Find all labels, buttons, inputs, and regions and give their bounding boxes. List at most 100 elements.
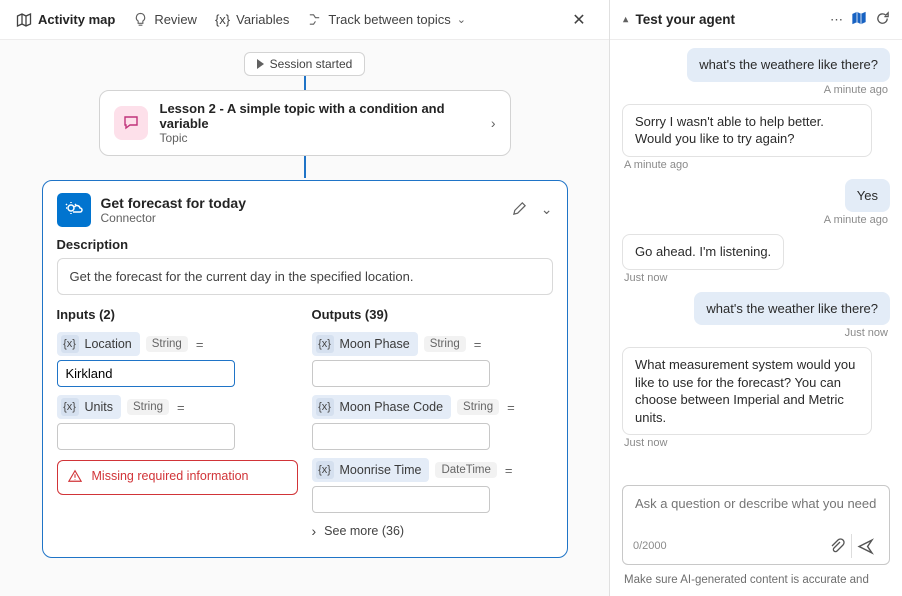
map-icon[interactable] (851, 10, 867, 30)
chat-message-bot: Go ahead. I'm listening. Just now (622, 234, 890, 290)
node-titles: Get forecast for today Connector (101, 195, 502, 225)
output-param: {x}Moonrise Time DateTime = (312, 458, 553, 513)
refresh-icon[interactable] (875, 11, 890, 29)
chevron-down-icon: ⌄ (457, 13, 466, 26)
braces-icon: {x} (316, 335, 334, 353)
topic-title: Lesson 2 - A simple topic with a conditi… (160, 101, 479, 131)
tab-variables[interactable]: {x} Variables (215, 12, 289, 27)
canvas[interactable]: Session started Lesson 2 - A simple topi… (0, 40, 609, 596)
description-box: Get the forecast for the current day in … (57, 258, 553, 295)
chat-bubble[interactable]: what's the weather like there? (694, 292, 890, 326)
outputs-column: Outputs (39) {x}Moon Phase String = (312, 307, 553, 539)
chat-bubble[interactable]: Yes (845, 179, 890, 213)
play-icon (257, 59, 264, 69)
char-counter: 0/2000 (633, 540, 667, 552)
chat-timestamp: A minute ago (624, 159, 688, 171)
equals-sign: = (505, 400, 517, 415)
topic-text: Lesson 2 - A simple topic with a conditi… (160, 101, 479, 145)
var-chip[interactable]: {x}Moon Phase Code (312, 395, 452, 419)
activity-map-pane: Activity map Review {x} Variables Track … (0, 0, 610, 596)
attach-icon[interactable] (823, 534, 851, 558)
inputs-heading: Inputs (2) (57, 307, 298, 322)
chat-message-user: YesA minute ago (622, 179, 890, 233)
error-text: Missing required information (92, 469, 249, 483)
test-panel: ▸ Test your agent ⋯ what's the weathere … (610, 0, 902, 596)
var-chip[interactable]: {x}Location (57, 332, 140, 356)
flow-connector (304, 76, 306, 90)
equals-sign: = (472, 337, 484, 352)
var-chip[interactable]: {x}Moon Phase (312, 332, 418, 356)
type-chip: String (457, 399, 499, 415)
app-root: Activity map Review {x} Variables Track … (0, 0, 902, 596)
see-more-label: See more (36) (324, 524, 404, 538)
node-title: Get forecast for today (101, 195, 502, 211)
connector-node[interactable]: Get forecast for today Connector ⌄ Descr… (42, 180, 568, 558)
var-chip[interactable]: {x}Moonrise Time (312, 458, 430, 482)
session-label: Session started (270, 57, 353, 71)
var-chip[interactable]: {x}Units (57, 395, 121, 419)
chat-message-bot: What measurement system would you like t… (622, 347, 890, 455)
chat-bubble[interactable]: Sorry I wasn't able to help better. Woul… (622, 104, 872, 157)
test-header: ▸ Test your agent ⋯ (610, 0, 902, 40)
tab-variables-label: Variables (236, 12, 289, 27)
output-param: {x}Moon Phase Code String = (312, 395, 553, 450)
output-param: {x}Moon Phase String = (312, 332, 553, 387)
tab-review[interactable]: Review (133, 12, 197, 27)
braces-icon: {x} (316, 398, 334, 416)
chat-bubble[interactable]: what's the weathere like there? (687, 48, 890, 82)
braces-icon: {x} (215, 12, 230, 27)
chat-timestamp: Just now (624, 272, 667, 284)
chat-message-user: what's the weathere like there? A minute … (622, 48, 890, 102)
chevron-right-icon: › (312, 523, 317, 539)
tab-review-label: Review (154, 12, 197, 27)
session-chip[interactable]: Session started (244, 52, 366, 76)
type-chip: DateTime (435, 462, 496, 478)
warning-icon (68, 469, 82, 486)
input-location-value[interactable] (57, 360, 235, 387)
toggle-caret-icon[interactable]: ▸ (618, 17, 631, 23)
node-header: Get forecast for today Connector ⌄ (57, 193, 553, 227)
error-box: Missing required information (57, 460, 298, 495)
track-icon (307, 12, 322, 27)
tab-activity-map[interactable]: Activity map (16, 12, 115, 28)
edit-icon[interactable] (512, 201, 527, 219)
braces-icon: {x} (61, 335, 79, 353)
chat-timestamp: A minute ago (824, 214, 888, 226)
braces-icon: {x} (316, 461, 334, 479)
chat-scroll[interactable]: what's the weathere like there? A minute … (610, 40, 902, 479)
outputs-heading: Outputs (39) (312, 307, 553, 322)
bulb-icon (133, 12, 148, 27)
composer-input[interactable] (633, 494, 879, 528)
chat-icon (114, 106, 148, 140)
input-param-units: {x}Units String = (57, 395, 298, 450)
see-more-button[interactable]: › See more (36) (312, 523, 553, 539)
chat-bubble[interactable]: What measurement system would you like t… (622, 347, 872, 435)
tab-track[interactable]: Track between topics ⌄ (307, 12, 466, 27)
chat-timestamp: A minute ago (824, 84, 888, 96)
more-icon[interactable]: ⋯ (830, 12, 843, 28)
composer-row: 0/2000 (633, 534, 879, 558)
chevron-down-icon[interactable]: ⌄ (541, 201, 553, 219)
send-button[interactable] (851, 534, 879, 558)
close-button[interactable]: ✕ (565, 6, 593, 34)
ai-disclaimer: Make sure AI-generated content is accura… (610, 569, 902, 596)
input-units-value[interactable] (57, 423, 235, 450)
type-chip: String (424, 336, 466, 352)
output-value (312, 486, 490, 513)
input-param-location: {x}Location String = (57, 332, 298, 387)
type-chip: String (127, 399, 169, 415)
flow-connector (304, 156, 306, 178)
chat-timestamp: Just now (624, 437, 667, 449)
flow-column: Session started Lesson 2 - A simple topi… (24, 52, 585, 558)
equals-sign: = (503, 463, 515, 478)
composer: 0/2000 (622, 485, 890, 565)
equals-sign: = (175, 400, 187, 415)
topic-card[interactable]: Lesson 2 - A simple topic with a conditi… (99, 90, 511, 156)
output-value (312, 360, 490, 387)
description-label: Description (57, 237, 553, 252)
chat-message-user: what's the weather like there?Just now (622, 292, 890, 346)
chevron-right-icon: › (491, 115, 496, 131)
node-subtitle: Connector (101, 211, 502, 225)
weather-icon (57, 193, 91, 227)
chat-bubble[interactable]: Go ahead. I'm listening. (622, 234, 784, 270)
